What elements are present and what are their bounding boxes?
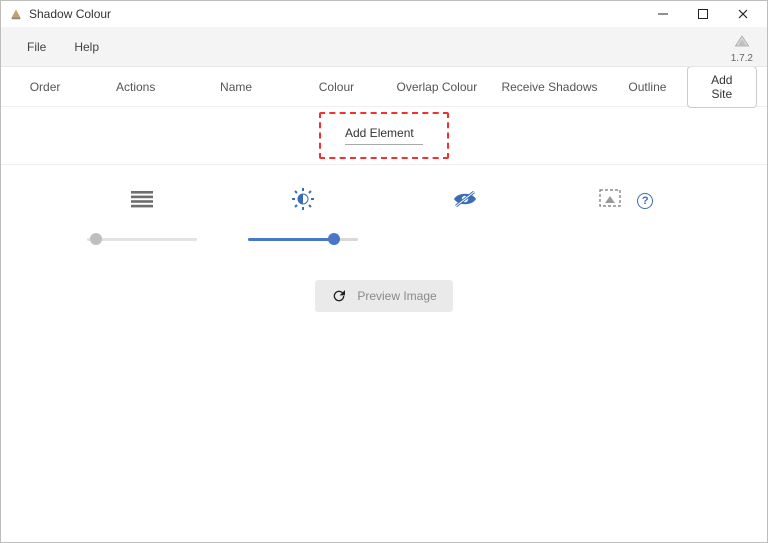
col-order[interactable]: Order <box>1 80 89 94</box>
refresh-icon <box>331 288 347 304</box>
tool-area: ? <box>1 165 767 322</box>
underline-decoration <box>345 144 423 145</box>
column-headers: Order Actions Name Colour Overlap Colour… <box>1 67 767 107</box>
preview-image-button[interactable]: Preview Image <box>315 280 452 312</box>
col-name[interactable]: Name <box>182 80 290 94</box>
marquee-tool[interactable]: ? <box>546 189 708 212</box>
menu-file[interactable]: File <box>13 34 60 60</box>
titlebar: Shadow Colour <box>1 1 767 27</box>
globe-icon[interactable] <box>732 31 752 51</box>
maximize-button[interactable] <box>683 1 723 27</box>
col-outline[interactable]: Outline <box>608 80 686 94</box>
menu-help[interactable]: Help <box>60 34 113 60</box>
menubar: File Help 1.7.2 <box>1 27 767 67</box>
version-label: 1.7.2 <box>731 53 753 64</box>
col-colour[interactable]: Colour <box>290 80 383 94</box>
col-overlap[interactable]: Overlap Colour <box>383 80 491 94</box>
visibility-tool[interactable] <box>384 189 546 212</box>
col-receive-shadows[interactable]: Receive Shadows <box>491 80 609 94</box>
help-icon[interactable]: ? <box>637 193 653 209</box>
close-button[interactable] <box>723 1 763 27</box>
add-site-button[interactable]: Add Site <box>687 66 757 108</box>
window-controls <box>643 1 763 27</box>
slider-row <box>61 232 707 246</box>
minimize-button[interactable] <box>643 1 683 27</box>
opacity-slider[interactable] <box>87 232 197 246</box>
tool-row: ? <box>61 187 707 214</box>
preview-label: Preview Image <box>357 289 436 303</box>
add-element-button[interactable]: Add Element <box>319 112 449 159</box>
lines-icon <box>131 190 153 211</box>
app-icon <box>9 7 23 21</box>
app-window: Shadow Colour File Help 1.7.2 <box>0 0 768 543</box>
col-actions[interactable]: Actions <box>89 80 182 94</box>
eye-off-icon <box>452 189 478 212</box>
brightness-tool[interactable] <box>223 187 385 214</box>
version-box: 1.7.2 <box>731 31 753 64</box>
window-title: Shadow Colour <box>29 7 111 21</box>
preview-row: Preview Image <box>61 280 707 312</box>
brightness-icon <box>291 187 315 214</box>
marquee-select-icon <box>599 189 621 212</box>
add-element-label: Add Element <box>345 126 414 140</box>
brightness-slider[interactable] <box>248 232 358 246</box>
lines-tool[interactable] <box>61 190 223 211</box>
add-element-zone: Add Element <box>1 107 767 165</box>
